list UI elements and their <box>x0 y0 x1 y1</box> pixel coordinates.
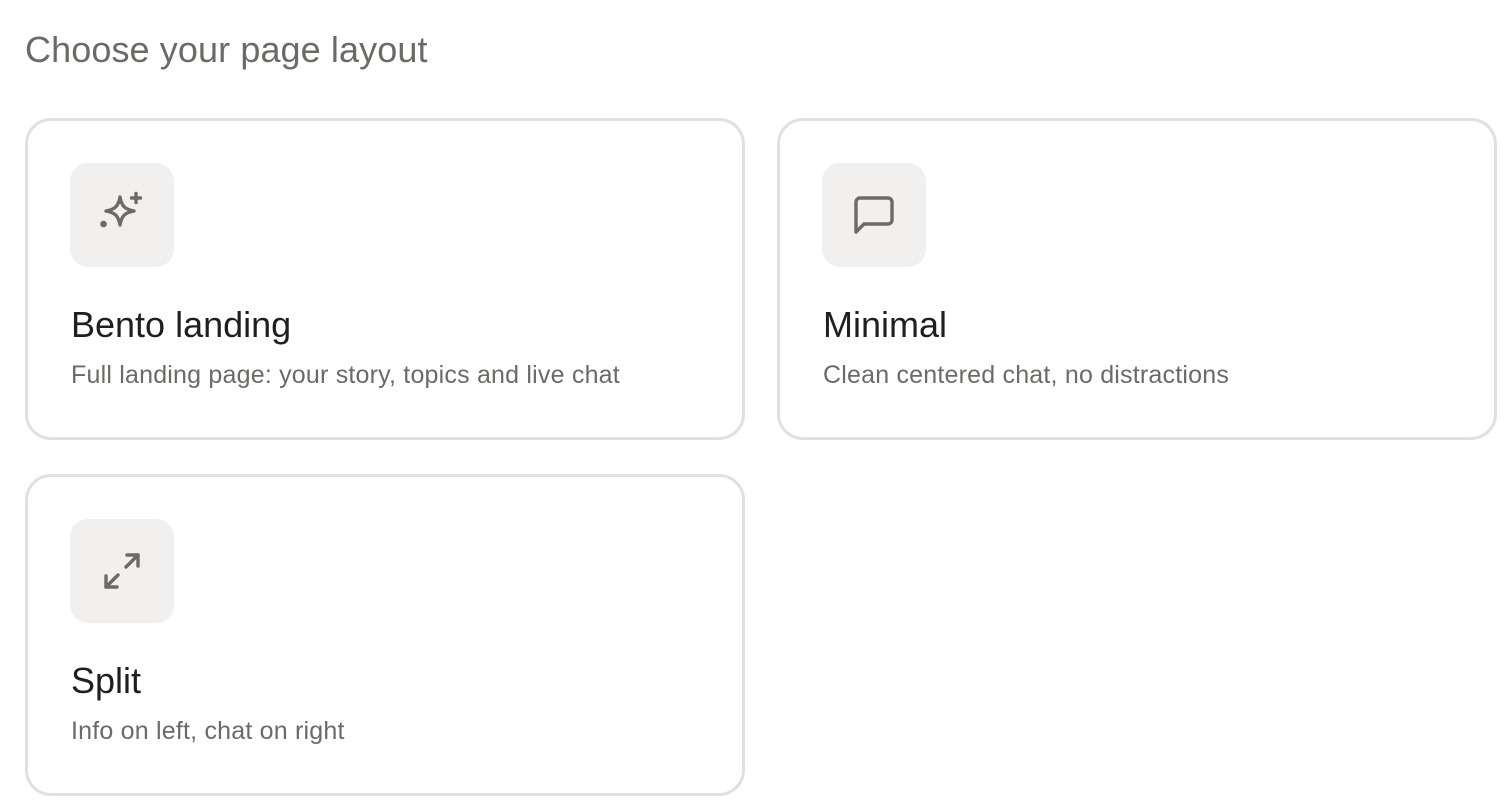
layout-card-minimal[interactable]: Minimal Clean centered chat, no distract… <box>777 118 1497 440</box>
sparkles-icon <box>100 191 143 228</box>
layout-options-grid: Bento landing Full landing page: your st… <box>25 118 1497 796</box>
layout-card-title: Split <box>71 660 142 701</box>
layout-card-title: Minimal <box>823 304 948 345</box>
layout-picker-page: Choose your page layout Bento landing Fu… <box>0 0 1510 812</box>
layout-card-split[interactable]: Split Info on left, chat on right <box>25 474 745 796</box>
chat-bubble-icon <box>854 196 894 234</box>
expand-arrows-icon <box>104 553 140 589</box>
layout-card-bento-landing[interactable]: Bento landing Full landing page: your st… <box>25 118 745 440</box>
layout-icon-tile <box>70 163 174 267</box>
layout-icon-tile <box>70 519 174 623</box>
layout-card-description: Full landing page: your story, topics an… <box>71 361 620 389</box>
layout-card-description: Clean centered chat, no distractions <box>823 361 1230 389</box>
page-title: Choose your page layout <box>25 29 428 70</box>
layout-card-title: Bento landing <box>71 304 292 345</box>
layout-icon-tile <box>822 163 926 267</box>
layout-card-description: Info on left, chat on right <box>71 717 345 745</box>
